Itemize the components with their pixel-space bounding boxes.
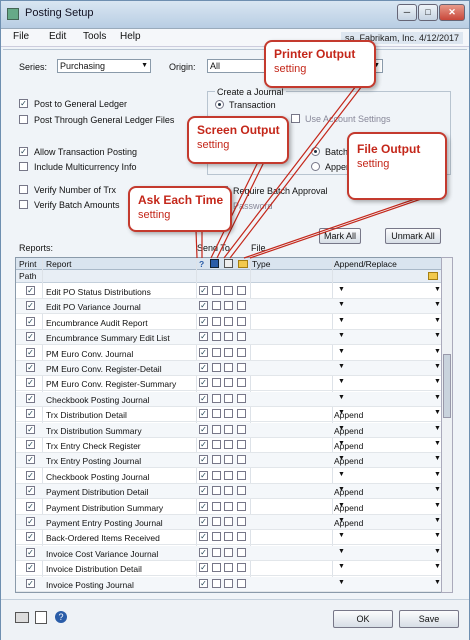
ask-each-time-callout: Ask Each Time setting (128, 186, 232, 232)
file-output-title: File Output (357, 142, 421, 156)
callout-arrows (195, 85, 425, 259)
arrow-file (243, 197, 419, 259)
arrow-file-b (249, 197, 425, 259)
ask-each-time-title: Ask Each Time (138, 193, 224, 207)
ask-each-time-sub: setting (138, 209, 171, 221)
printer-output-title: Printer Output (274, 47, 356, 61)
screen-output-sub: setting (197, 139, 230, 151)
screen-output-callout: Screen Output setting (187, 116, 289, 164)
arrow-printer (223, 85, 357, 259)
arrow-printer-b (229, 85, 363, 259)
printer-output-callout: Printer Output setting (264, 40, 376, 88)
screen-output-title: Screen Output (197, 123, 280, 137)
file-output-sub: setting (357, 158, 390, 170)
arrow-ask (195, 229, 198, 259)
printer-output-sub: setting (274, 63, 307, 75)
file-output-callout: File Output setting (347, 132, 447, 200)
